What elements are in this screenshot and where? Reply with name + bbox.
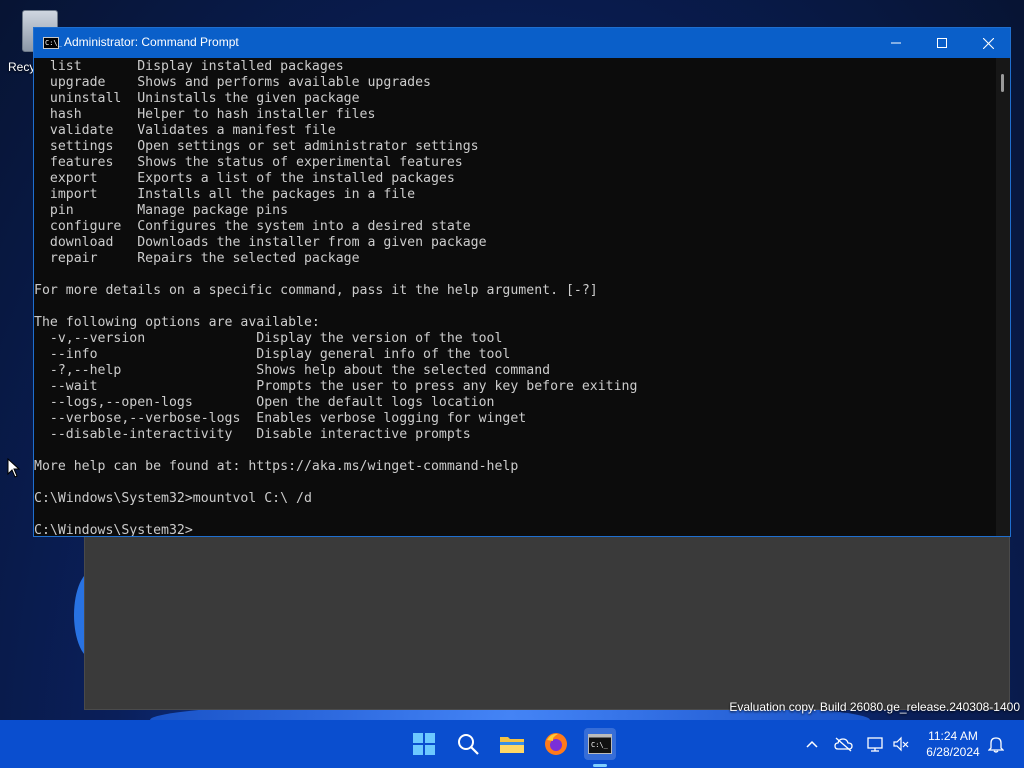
taskbar-clock[interactable]: 11:24 AM 6/28/2024 — [918, 728, 988, 760]
background-window[interactable] — [84, 536, 1010, 710]
file-explorer-icon — [500, 737, 524, 753]
taskbar: C:\_ 11:24 AM 6/28/2024 — [0, 720, 1024, 768]
start-button[interactable] — [408, 728, 440, 760]
evaluation-watermark: Evaluation copy. Build 26080.ge_release.… — [729, 700, 1020, 714]
svg-text:C:\_: C:\_ — [591, 741, 609, 749]
active-app-indicator — [593, 764, 607, 767]
clock-time: 11:24 AM — [928, 729, 978, 743]
scrollbar-thumb[interactable] — [1001, 74, 1004, 92]
command-prompt-window[interactable]: C:\_ Administrator: Command Prompt list … — [33, 27, 1011, 537]
close-button[interactable] — [965, 28, 1011, 58]
minimize-button[interactable] — [873, 28, 919, 58]
start-icon — [413, 733, 435, 755]
bell-icon — [988, 737, 1004, 753]
command-prompt-icon: C:\_ — [43, 37, 62, 49]
vertical-scrollbar[interactable] — [996, 58, 1010, 536]
console-output[interactable]: list Display installed packages upgrade … — [34, 58, 996, 536]
cloud-offline-icon — [834, 737, 853, 752]
firefox-icon — [545, 733, 567, 755]
notifications-button[interactable] — [986, 734, 1006, 754]
search-icon — [458, 734, 479, 755]
command-prompt-taskbar-button[interactable]: C:\_ — [584, 728, 616, 760]
file-explorer-button[interactable] — [496, 728, 528, 760]
firefox-button[interactable] — [540, 728, 572, 760]
window-title: Administrator: Command Prompt — [64, 35, 239, 49]
speaker-muted-icon — [893, 736, 909, 752]
maximize-button[interactable] — [919, 28, 965, 58]
console-text: list Display installed packages upgrade … — [34, 59, 638, 536]
clock-date: 6/28/2024 — [926, 745, 980, 759]
minimize-icon — [891, 42, 901, 44]
close-icon — [982, 37, 994, 49]
search-button[interactable] — [452, 728, 484, 760]
volume-tray-button[interactable] — [891, 734, 911, 754]
onedrive-tray-button[interactable] — [834, 734, 854, 754]
chevron-up-icon — [806, 740, 818, 748]
network-icon — [867, 737, 883, 752]
terminal-icon: C:\_ — [588, 734, 612, 754]
window-titlebar[interactable]: C:\_ Administrator: Command Prompt — [34, 28, 1010, 58]
show-hidden-icons-button[interactable] — [802, 734, 822, 754]
maximize-icon — [937, 38, 947, 48]
network-tray-button[interactable] — [866, 734, 886, 754]
